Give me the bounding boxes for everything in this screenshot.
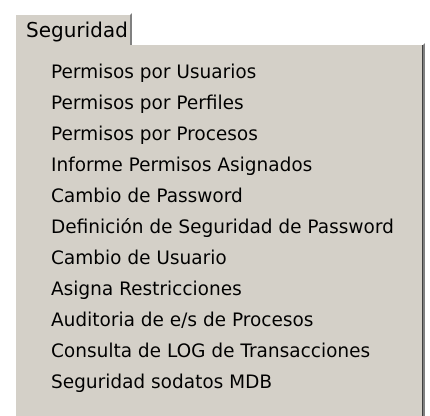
menu-item-list: Permisos por Usuarios Permisos por Perfi… (16, 57, 423, 398)
menu-bar: Seguridad (0, 0, 430, 45)
menu-item-seguridad-sodatos-mdb[interactable]: Seguridad sodatos MDB (16, 367, 423, 398)
menu-item-permisos-por-perfiles[interactable]: Permisos por Perfiles (16, 88, 423, 119)
dropdown-menu-seguridad: Permisos por Usuarios Permisos por Perfi… (14, 43, 425, 416)
menu-seguridad[interactable]: Seguridad (14, 13, 132, 45)
menu-item-informe-permisos-asignados[interactable]: Informe Permisos Asignados (16, 150, 423, 181)
menu-item-cambio-de-password[interactable]: Cambio de Password (16, 181, 423, 212)
menu-item-asigna-restricciones[interactable]: Asigna Restricciones (16, 274, 423, 305)
menu-item-cambio-de-usuario[interactable]: Cambio de Usuario (16, 243, 423, 274)
menu-item-auditoria-procesos[interactable]: Auditoria de e/s de Procesos (16, 305, 423, 336)
menu-item-consulta-log-transacciones[interactable]: Consulta de LOG de Transacciones (16, 336, 423, 367)
menu-item-definicion-seguridad-password[interactable]: Definición de Seguridad de Password (16, 212, 423, 243)
menu-item-permisos-por-procesos[interactable]: Permisos por Procesos (16, 119, 423, 150)
menu-item-permisos-por-usuarios[interactable]: Permisos por Usuarios (16, 57, 423, 88)
